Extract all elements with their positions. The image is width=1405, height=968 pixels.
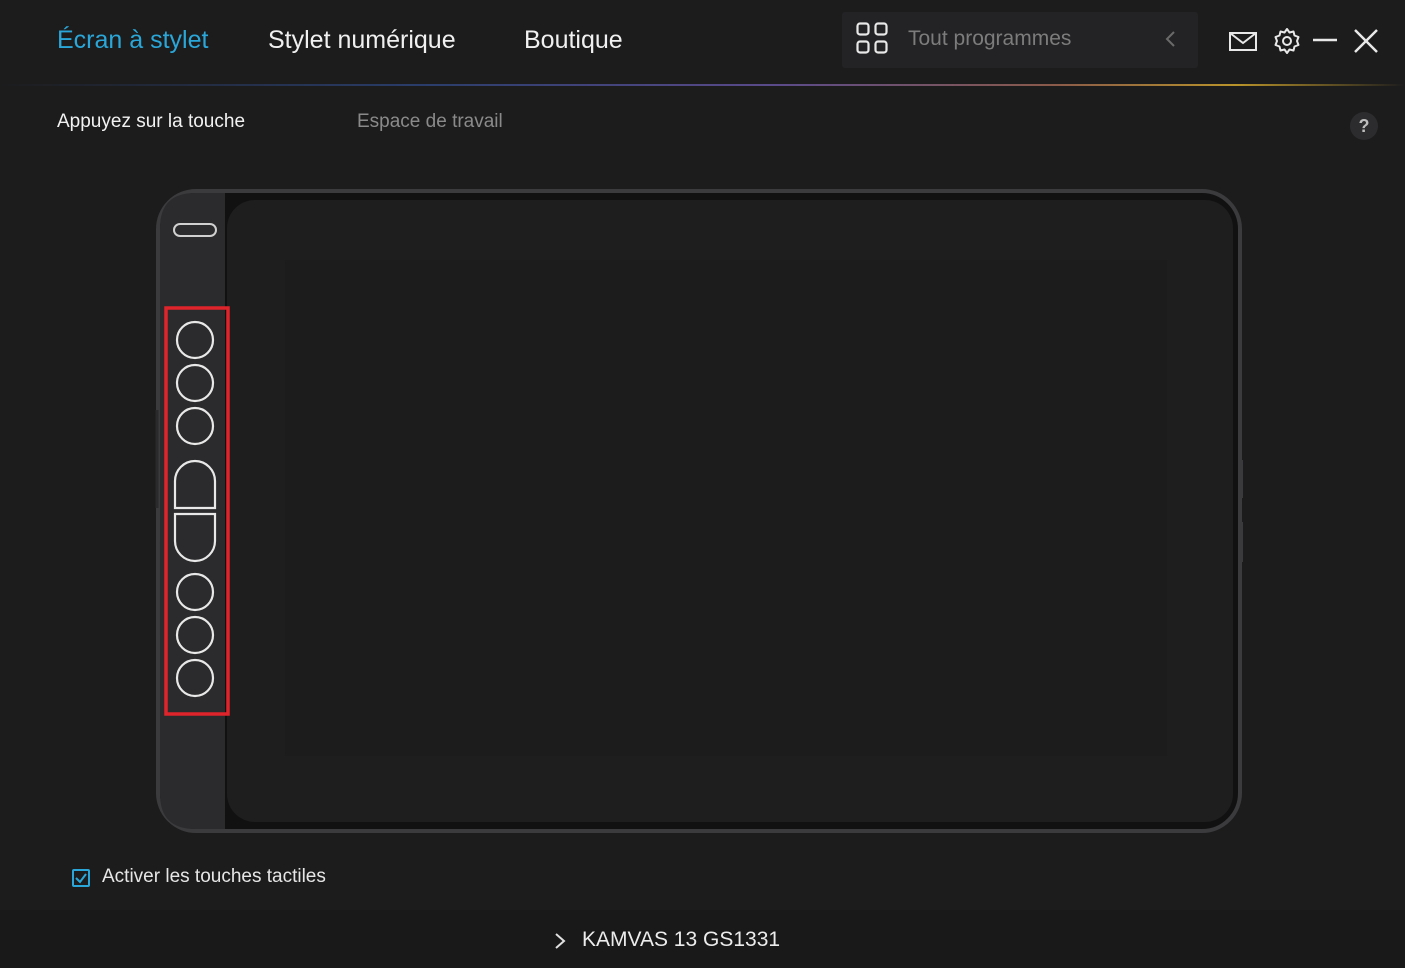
close-icon[interactable]	[1351, 26, 1381, 56]
chevron-left-icon[interactable]	[1164, 28, 1178, 50]
checkmark-icon	[75, 873, 87, 884]
programs-label: Tout programmes	[908, 27, 1072, 50]
subtab-appuyez-sur-la-touche[interactable]: Appuyez sur la touche	[57, 109, 245, 135]
minimize-icon[interactable]	[1310, 26, 1340, 56]
chevron-right-icon[interactable]	[553, 931, 567, 951]
tab-boutique[interactable]: Boutique	[524, 24, 623, 56]
tab-ecran-a-stylet[interactable]: Écran à stylet	[57, 24, 208, 56]
header-divider	[0, 84, 1405, 86]
top-bar: Écran à stylet Stylet numérique Boutique…	[0, 0, 1405, 84]
subtab-espace-de-travail[interactable]: Espace de travail	[357, 109, 503, 135]
programs-selector[interactable]: Tout programmes	[842, 12, 1198, 68]
enable-touch-label[interactable]: Activer les touches tactiles	[102, 866, 326, 888]
mail-icon[interactable]	[1228, 26, 1258, 56]
tablet-illustration	[155, 189, 1243, 833]
settings-icon[interactable]	[1272, 26, 1302, 56]
tab-stylet-numerique[interactable]: Stylet numérique	[268, 24, 456, 56]
help-button[interactable]: ?	[1350, 112, 1378, 140]
device-name[interactable]: KAMVAS 13 GS1331	[582, 928, 780, 952]
grid-icon	[856, 22, 888, 54]
enable-touch-checkbox[interactable]	[72, 869, 90, 887]
